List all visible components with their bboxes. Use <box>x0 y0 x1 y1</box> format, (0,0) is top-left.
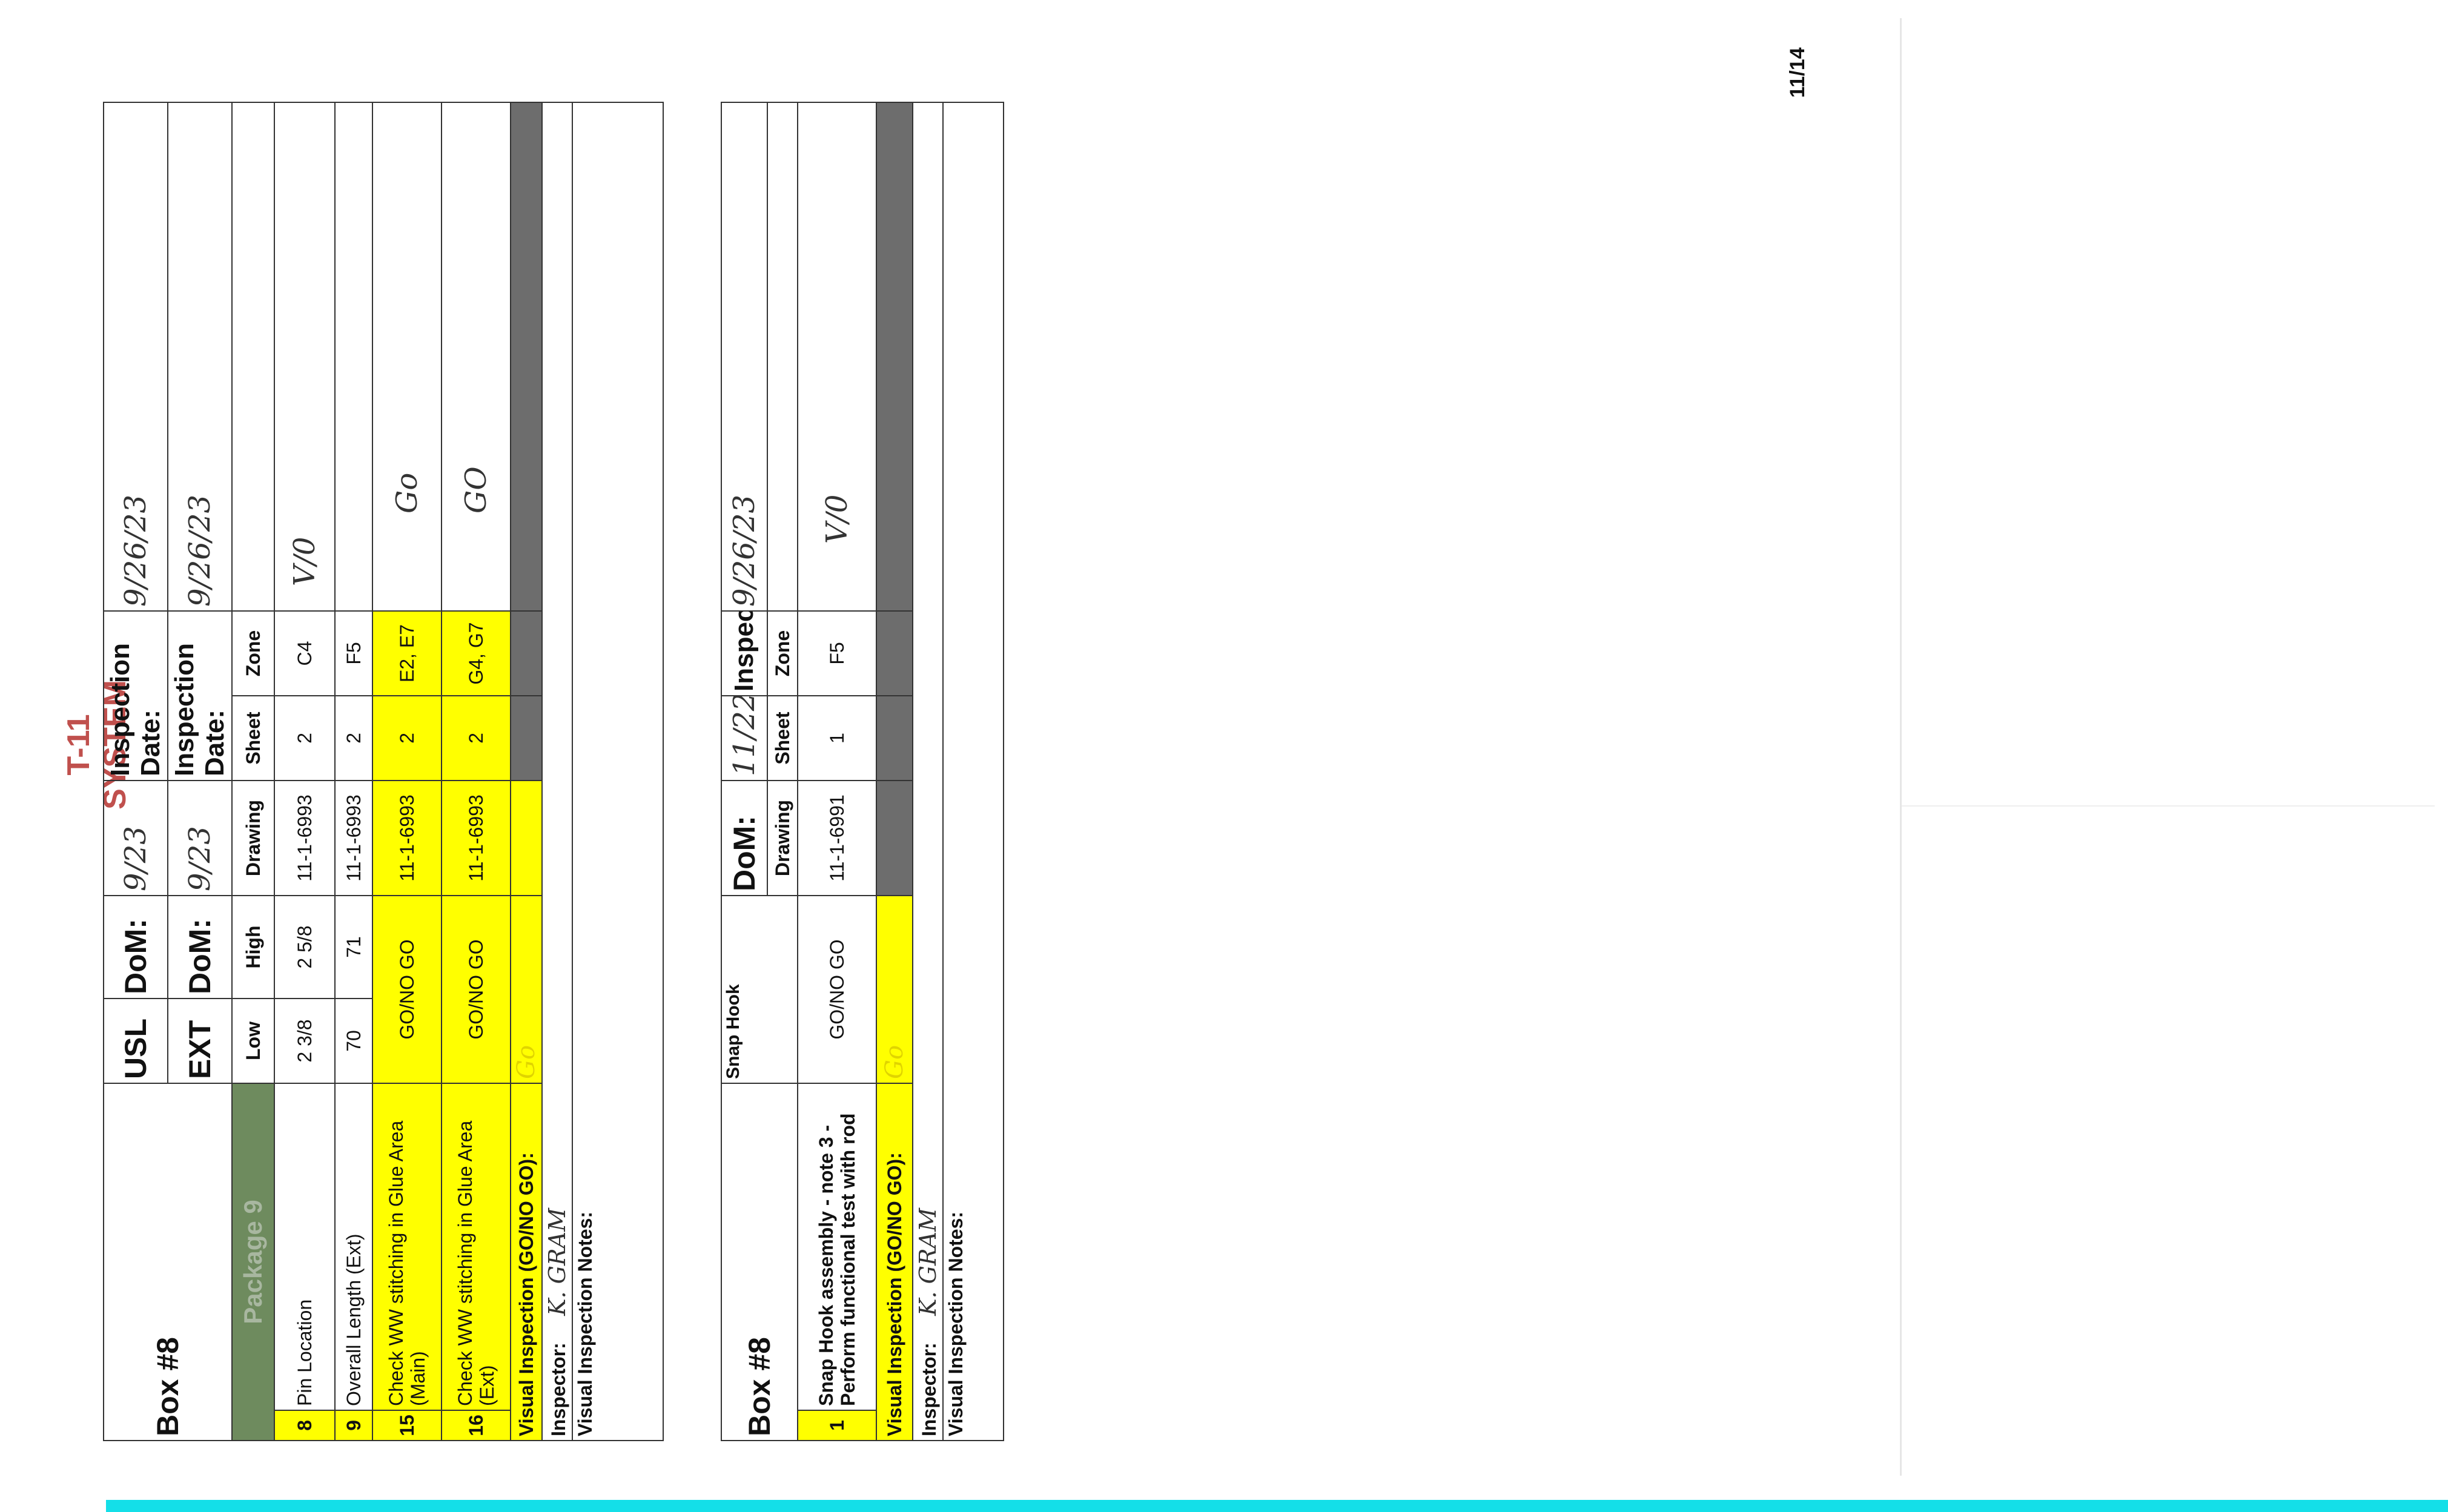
row-sheet: 2 <box>335 696 372 781</box>
inspector-value: K. GRAM <box>915 1207 941 1316</box>
box-label: Box #8 <box>721 1083 798 1441</box>
low-header: Low <box>232 999 274 1083</box>
row-result: V/0 <box>798 102 876 611</box>
result-header <box>232 102 274 611</box>
ext-label: EXT <box>168 999 232 1083</box>
dom-label-snap: DoM: <box>721 781 767 896</box>
shaded-cell <box>876 611 913 696</box>
dom-snap-value: 11/22 <box>721 696 767 781</box>
row-result <box>335 102 372 611</box>
table-row: 16 Check WW stitching in Glue Area (Ext)… <box>442 102 511 1441</box>
table-row: 1 Snap Hook assembly - note 3 - Perform … <box>798 102 876 1441</box>
zone-header: Zone <box>767 611 798 696</box>
usl-label: USL <box>104 999 168 1083</box>
inspection-table-snap-hook: Box #8 Snap Hook DoM: 11/22 Inspection D… <box>721 102 1004 1441</box>
sheet-header: Sheet <box>232 696 274 781</box>
inspector-value: K. GRAM <box>544 1207 571 1316</box>
row-drawing: 11-1-6991 <box>798 781 876 896</box>
scan-edge-bar <box>106 1500 2448 1512</box>
row-high: 2 5/8 <box>274 896 335 999</box>
shaded-cell <box>511 102 542 611</box>
package-label: Package 9 <box>232 1083 274 1441</box>
row-zone: G4, G7 <box>442 611 511 696</box>
row-zone: E2, E7 <box>372 611 442 696</box>
row-sheet: 2 <box>442 696 511 781</box>
row-low: 70 <box>335 999 372 1083</box>
row-drawing: 11-1-6993 <box>274 781 335 896</box>
visual-inspection-notes: Visual Inspection Notes: <box>572 102 663 1441</box>
row-low: 2 3/8 <box>274 999 335 1083</box>
inspector-label: Inspector: <box>547 1342 569 1436</box>
inspection-date-label: Inspection Date: <box>104 611 168 781</box>
inspection-date-label-snap: Inspection Date: <box>721 611 767 696</box>
row-gonogo: GO/NO GO <box>798 896 876 1083</box>
system-title: T-11 SYSTEM <box>61 680 133 810</box>
visual-inspection-notes: Visual Inspection Notes: <box>943 102 1004 1441</box>
row-result: V/0 <box>274 102 335 611</box>
shaded-cell <box>876 102 913 611</box>
inspector-row: Inspector: K. GRAM <box>913 102 943 1441</box>
dom-ext-value: 9/23 <box>168 781 232 896</box>
row-number: 8 <box>274 1410 335 1441</box>
row-drawing: 11-1-6993 <box>442 781 511 896</box>
sheet-header: Sheet <box>767 696 798 781</box>
table-row: 9 Overall Length (Ext) 70 71 11-1-6993 2… <box>335 102 372 1441</box>
dom-label: DoM: <box>104 896 168 999</box>
visual-inspection-fill <box>511 781 542 896</box>
page-number: 11/14 <box>1786 47 1809 98</box>
box-label: Box #8 <box>104 1083 232 1441</box>
row-description: Check WW stitching in Glue Area (Main) <box>372 1083 442 1410</box>
table-row: 8 Pin Location 2 3/8 2 5/8 11-1-6993 2 C… <box>274 102 335 1441</box>
row-description: Check WW stitching in Glue Area (Ext) <box>442 1083 511 1410</box>
visual-inspection-value: Go <box>511 896 542 1083</box>
result-header <box>767 102 798 611</box>
row-sheet: 1 <box>798 696 876 781</box>
inspection-date-snap-value: 9/26/23 <box>721 102 767 611</box>
drawing-header: Drawing <box>232 781 274 896</box>
visual-inspection-value: Go <box>876 896 913 1083</box>
component-label: Snap Hook <box>721 896 798 1083</box>
shaded-cell <box>511 696 542 781</box>
row-gonogo: GO/NO GO <box>442 896 511 1083</box>
visual-inspection-label: Visual Inspection (GO/NO GO): <box>511 1083 542 1441</box>
row-number: 9 <box>335 1410 372 1441</box>
inspector-row: Inspector: K. GRAM <box>542 102 572 1441</box>
page-divider-vertical <box>1900 18 1902 1476</box>
inspection-date-usl-value: 9/26/23 <box>104 102 168 611</box>
row-description: Overall Length (Ext) <box>335 1083 372 1410</box>
row-sheet: 2 <box>274 696 335 781</box>
row-zone: F5 <box>798 611 876 696</box>
row-description: Snap Hook assembly - note 3 - Perform fu… <box>798 1083 876 1410</box>
table-row: 15 Check WW stitching in Glue Area (Main… <box>372 102 442 1441</box>
page-divider-horizontal <box>1902 805 2435 807</box>
row-number: 16 <box>442 1410 511 1441</box>
row-number: 1 <box>798 1410 876 1441</box>
row-result: GO <box>442 102 511 611</box>
row-gonogo: GO/NO GO <box>372 896 442 1083</box>
row-drawing: 11-1-6993 <box>335 781 372 896</box>
row-drawing: 11-1-6993 <box>372 781 442 896</box>
row-high: 71 <box>335 896 372 999</box>
row-sheet: 2 <box>372 696 442 781</box>
shaded-cell <box>876 696 913 781</box>
inspector-label: Inspector: <box>918 1342 940 1436</box>
dom-usl-value: 9/23 <box>104 781 168 896</box>
shaded-cell <box>876 781 913 896</box>
row-description: Pin Location <box>274 1083 335 1410</box>
inspection-date-ext-value: 9/26/23 <box>168 102 232 611</box>
high-header: High <box>232 896 274 999</box>
inspection-date-label-ext: Inspection Date: <box>168 611 232 781</box>
zone-header: Zone <box>232 611 274 696</box>
dom-label-ext: DoM: <box>168 896 232 999</box>
inspection-table-package-9: Box #8 USL DoM: 9/23 Inspection Date: 9/… <box>103 102 664 1441</box>
inspection-sheet: T-11 SYSTEM Box #8 USL DoM: 9/23 Inspect… <box>61 102 1004 1441</box>
shaded-cell <box>511 611 542 696</box>
row-result: Go <box>372 102 442 611</box>
visual-inspection-label: Visual Inspection (GO/NO GO): <box>876 1083 913 1441</box>
row-zone: C4 <box>274 611 335 696</box>
drawing-header: Drawing <box>767 781 798 896</box>
row-number: 15 <box>372 1410 442 1441</box>
row-zone: F5 <box>335 611 372 696</box>
